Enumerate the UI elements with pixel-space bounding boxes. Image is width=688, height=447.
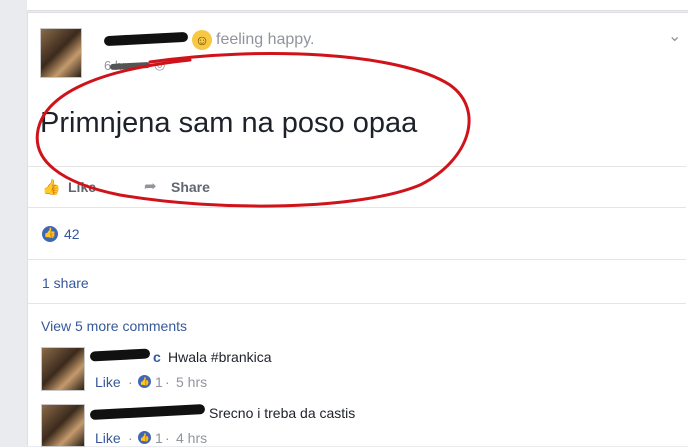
annotation-ellipse (35, 52, 471, 208)
